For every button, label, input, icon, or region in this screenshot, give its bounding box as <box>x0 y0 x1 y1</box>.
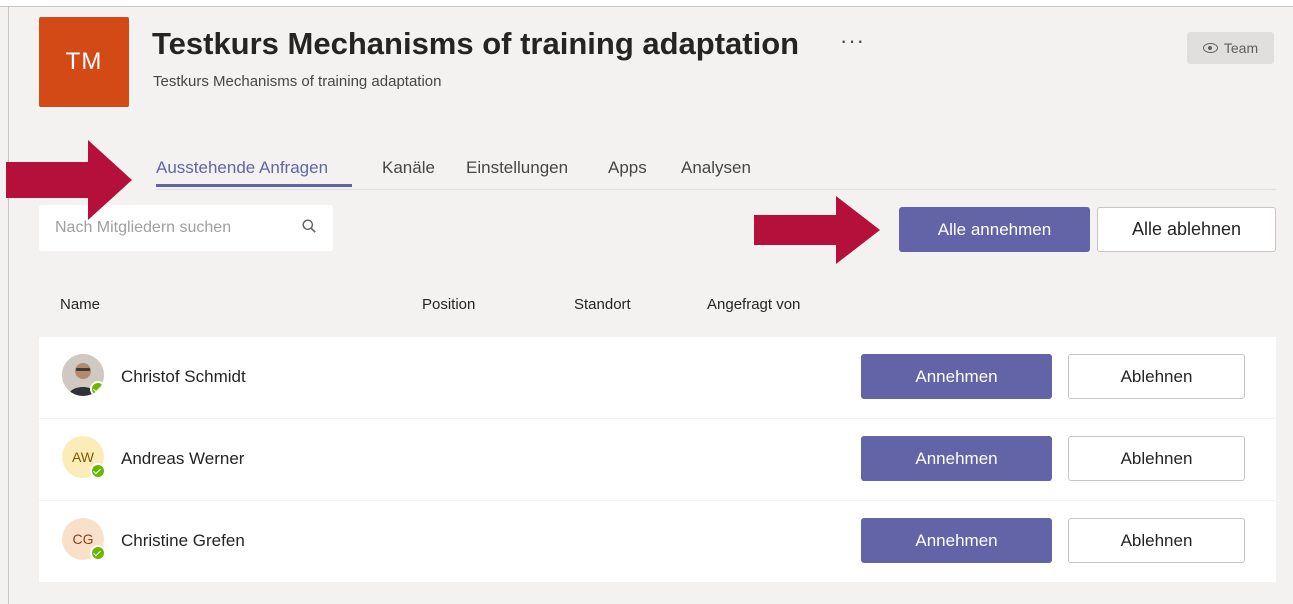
avatar <box>62 354 104 396</box>
more-options-button[interactable]: ··· <box>840 28 865 54</box>
column-header-name[interactable]: Name <box>60 296 100 313</box>
column-header-location[interactable]: Standort <box>574 296 631 313</box>
window-top-border <box>0 0 1293 7</box>
tab-apps[interactable]: Apps <box>608 158 647 178</box>
accept-button[interactable]: Annehmen <box>861 436 1052 481</box>
accept-button[interactable]: Annehmen <box>861 354 1052 399</box>
column-header-requested-by[interactable]: Angefragt von <box>707 296 800 313</box>
team-title: Testkurs Mechanisms of training adaptati… <box>152 26 800 61</box>
member-name: Andreas Werner <box>121 449 245 468</box>
team-description: Testkurs Mechanisms of training adaptati… <box>153 73 442 90</box>
reject-button[interactable]: Ablehnen <box>1068 436 1245 481</box>
avatar-initials: CG <box>72 531 94 547</box>
member-name: Christof Schmidt <box>121 367 246 386</box>
annotation-arrow-tabs <box>6 140 132 220</box>
eye-icon <box>1202 43 1218 53</box>
avatar: AW <box>62 436 106 479</box>
tab-settings[interactable]: Einstellungen <box>466 158 568 178</box>
annotation-arrow-accept-all <box>754 196 880 264</box>
request-row: Christof Schmidt Annehmen Ablehnen <box>39 337 1276 418</box>
active-tab-indicator <box>156 184 352 187</box>
status-available-icon <box>90 381 104 396</box>
avatar-initials: AW <box>71 449 95 465</box>
tab-channels[interactable]: Kanäle <box>382 158 435 178</box>
team-avatar: TM <box>39 17 129 107</box>
reject-button[interactable]: Ablehnen <box>1068 518 1245 563</box>
tab-analytics[interactable]: Analysen <box>681 158 751 178</box>
reject-button[interactable]: Ablehnen <box>1068 354 1245 399</box>
reject-all-button[interactable]: Alle ablehnen <box>1097 207 1276 252</box>
window-left-border <box>8 6 9 604</box>
request-row: CG Christine Grefen Annehmen Ablehnen <box>39 501 1276 582</box>
request-row: AW Andreas Werner Annehmen Ablehnen <box>39 419 1276 500</box>
team-badge: Team <box>1187 32 1274 64</box>
accept-all-button[interactable]: Alle annehmen <box>899 207 1090 252</box>
team-badge-label: Team <box>1223 40 1259 56</box>
member-name: Christine Grefen <box>121 531 245 550</box>
status-available-icon <box>90 463 106 479</box>
tab-pending-requests[interactable]: Ausstehende Anfragen <box>156 158 328 178</box>
column-header-position[interactable]: Position <box>422 296 475 313</box>
tabs-divider <box>156 189 1276 190</box>
accept-button[interactable]: Annehmen <box>861 518 1052 563</box>
status-available-icon <box>90 545 106 561</box>
avatar: CG <box>62 518 106 561</box>
search-icon[interactable] <box>302 219 316 233</box>
